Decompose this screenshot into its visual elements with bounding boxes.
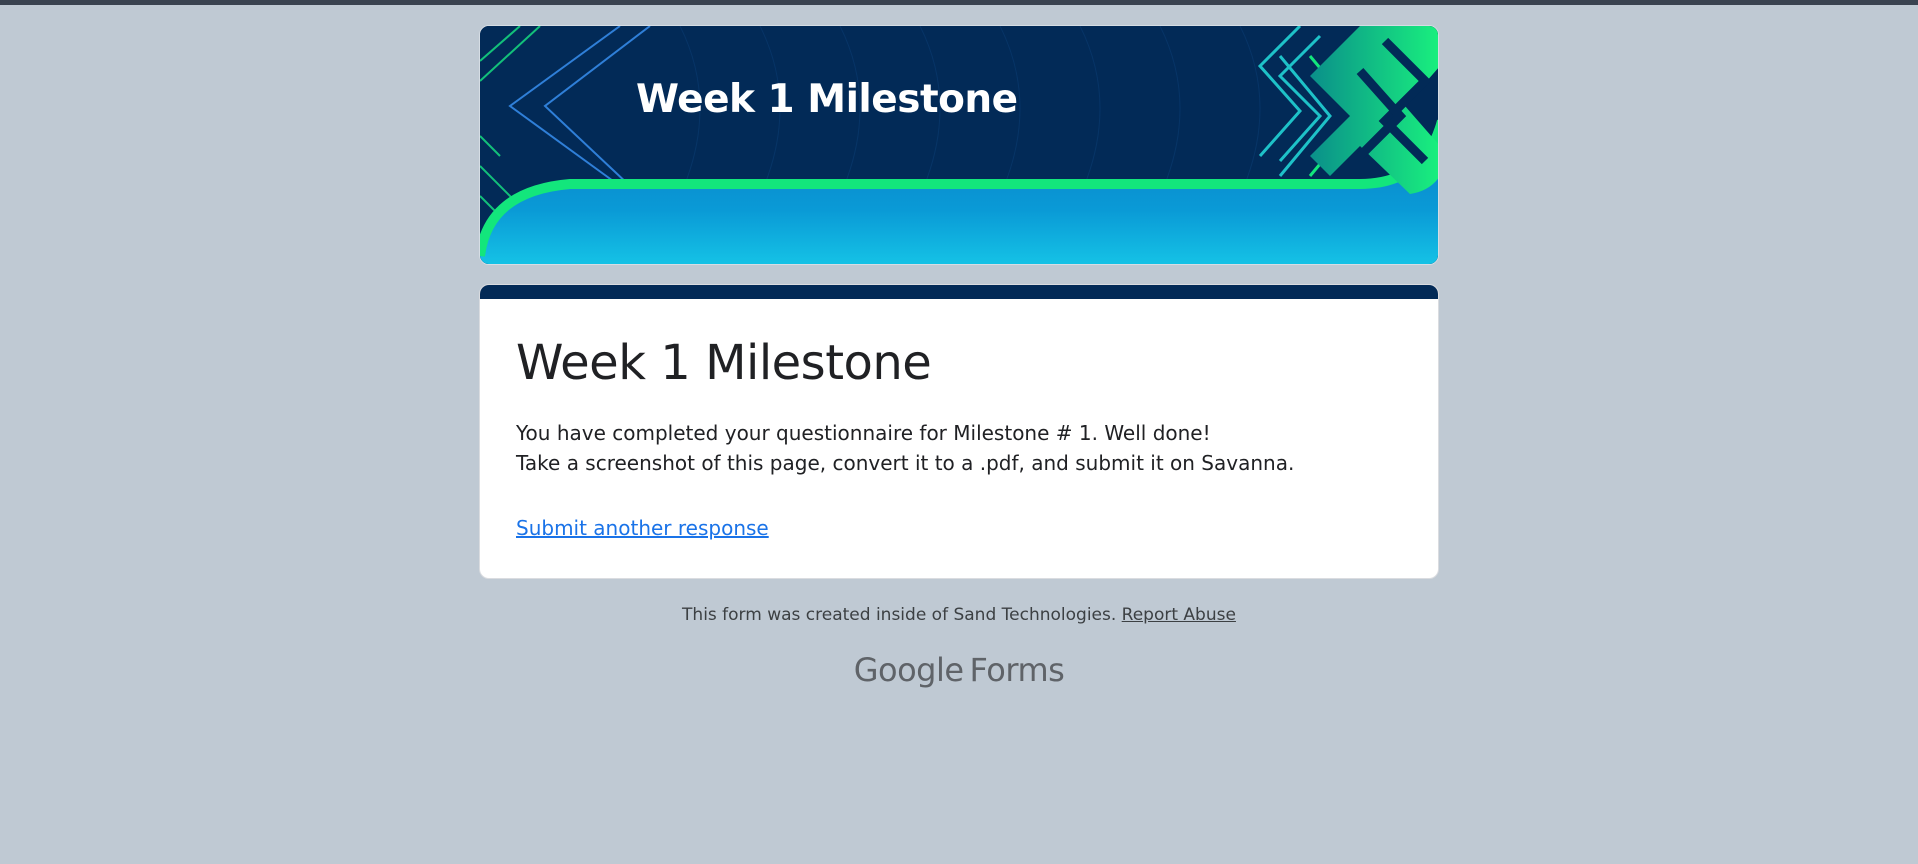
submit-another-response-link[interactable]: Submit another response [516,516,769,540]
card-accent-bar [480,285,1438,299]
confirmation-message: You have completed your questionnaire fo… [516,418,1402,478]
brand-product: Forms [969,650,1065,689]
header-banner: Week 1 Milestone [479,25,1439,265]
card-body: Week 1 Milestone You have completed your… [480,299,1438,578]
form-container: Week 1 Milestone Week 1 Milestone You ha… [479,25,1439,689]
banner-graphic [480,26,1438,264]
google-forms-logo[interactable]: Google Forms [479,651,1439,689]
confirmation-card: Week 1 Milestone You have completed your… [479,284,1439,579]
report-abuse-link[interactable]: Report Abuse [1122,605,1236,625]
banner-title: Week 1 Milestone [636,77,1018,122]
top-strip [0,0,1918,5]
footer-created-text: This form was created inside of Sand Tec… [682,604,1122,625]
confirmation-message-line-2: Take a screenshot of this page, convert … [516,450,1295,475]
footer-disclaimer: This form was created inside of Sand Tec… [479,605,1439,625]
form-title: Week 1 Milestone [516,335,932,391]
confirmation-message-line-1: You have completed your questionnaire fo… [516,420,1211,445]
brand-google: Google [853,650,964,689]
